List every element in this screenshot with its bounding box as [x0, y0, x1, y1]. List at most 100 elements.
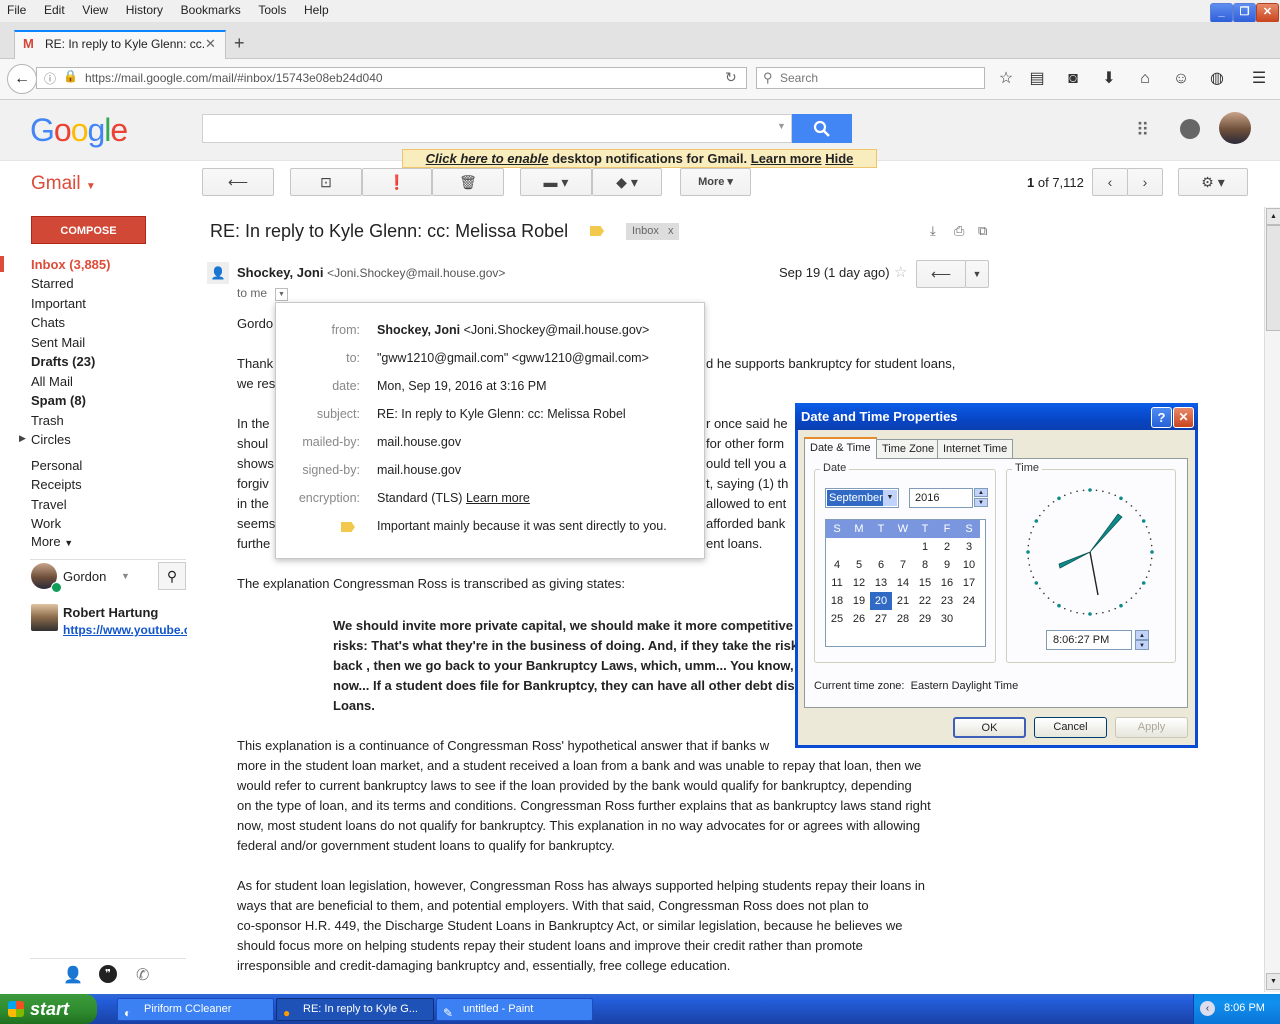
task-paint[interactable]: ✎ untitled - Paint — [436, 998, 593, 1021]
task-firefox[interactable]: ● RE: In reply to Kyle G... — [276, 998, 434, 1021]
ok-button[interactable]: OK — [953, 717, 1026, 738]
account-avatar[interactable] — [1219, 112, 1251, 144]
sidebar-item-chats[interactable]: Chats — [31, 315, 65, 330]
encryption-learn-more-link[interactable]: Learn more — [466, 491, 530, 505]
url-bar[interactable]: ⓘ 🔒 https://mail.google.com/mail/#inbox/… — [36, 67, 747, 89]
calendar-day[interactable]: 16 — [936, 574, 958, 592]
home-icon[interactable]: ⌂ — [1134, 68, 1156, 90]
calendar-day[interactable]: 24 — [958, 592, 980, 610]
gmail-search-input[interactable]: ▼ — [202, 114, 792, 143]
sidebar-item-travel[interactable]: Travel — [31, 497, 67, 512]
calendar-day[interactable]: 30 — [936, 610, 958, 628]
bookmark-star-icon[interactable]: ☆ — [995, 68, 1017, 90]
hangouts-quote-icon[interactable]: ❞ — [99, 965, 117, 983]
sidebar-item-inbox[interactable]: Inbox (3,885) — [31, 257, 110, 272]
sender-name[interactable]: Shockey, Joni — [237, 265, 323, 280]
spin-up-icon[interactable]: ▲ — [974, 488, 988, 497]
calendar-day[interactable]: 3 — [958, 538, 980, 556]
calendar-day[interactable] — [892, 538, 914, 556]
search-input[interactable]: ⚲ Search — [756, 67, 985, 89]
calendar-day[interactable]: 8 — [914, 556, 936, 574]
notifications-bell-icon[interactable] — [1180, 119, 1200, 139]
apps-grid-icon[interactable]: ⠿ — [1136, 120, 1149, 141]
move-to-button[interactable]: ▬ ▾ — [520, 168, 592, 196]
close-window-button[interactable]: ✕ — [1256, 3, 1279, 23]
dialog-close-button[interactable]: ✕ — [1173, 407, 1194, 428]
gmail-brand-menu[interactable]: Gmail ▼ — [31, 173, 96, 195]
report-spam-button[interactable]: ❗ — [362, 168, 432, 196]
pocket-icon[interactable]: ◙ — [1062, 68, 1084, 90]
gmail-search-button[interactable] — [792, 114, 852, 143]
tab-close-icon[interactable]: ✕ — [205, 36, 216, 52]
hide-link[interactable]: Hide — [825, 151, 853, 166]
reload-icon[interactable]: ↻ — [725, 69, 737, 86]
calendar-day[interactable]: 14 — [892, 574, 914, 592]
calendar-day[interactable]: 5 — [848, 556, 870, 574]
calendar-day[interactable]: 7 — [892, 556, 914, 574]
tray-arrow-icon[interactable]: ‹ — [1200, 1001, 1215, 1016]
calendar-day[interactable] — [826, 538, 848, 556]
menu-history[interactable]: History — [119, 0, 170, 17]
calendar-day-selected[interactable]: 20 — [870, 592, 892, 610]
maximize-button[interactable]: ❐ — [1233, 3, 1256, 23]
calendar-day[interactable]: 11 — [826, 574, 848, 592]
older-button[interactable]: › — [1127, 168, 1163, 196]
tab-date-time[interactable]: Date & Time — [804, 437, 877, 459]
dropdown-chevron-icon[interactable]: ▼ — [883, 490, 897, 506]
more-reply-options-button[interactable]: ▼ — [965, 260, 989, 288]
browser-tab-gmail[interactable]: M RE: In reply to Kyle Glenn: cc... ✕ — [14, 30, 226, 59]
calendar-day[interactable]: 13 — [870, 574, 892, 592]
sidebar-item-sent[interactable]: Sent Mail — [31, 335, 85, 350]
hangouts-search-icon[interactable]: ⚲ — [158, 562, 186, 590]
menu-bookmarks[interactable]: Bookmarks — [174, 0, 248, 17]
time-spin-down-icon[interactable]: ▼ — [1135, 640, 1149, 650]
sidebar-item-starred[interactable]: Starred — [31, 276, 74, 291]
calendar-day[interactable]: 2 — [936, 538, 958, 556]
calendar-day[interactable]: 12 — [848, 574, 870, 592]
new-tab-button[interactable]: + — [234, 33, 245, 54]
month-select[interactable]: September ▼ — [825, 488, 899, 508]
calendar-day[interactable]: 9 — [936, 556, 958, 574]
dialog-titlebar[interactable]: Date and Time Properties — [795, 403, 1198, 430]
addon-icon[interactable]: ◍ — [1206, 68, 1228, 90]
printer-icon[interactable]: ⎙ — [954, 223, 964, 239]
tray-clock[interactable]: 8:06 PM — [1224, 1002, 1265, 1014]
expand-triangle-icon[interactable]: ▶ — [19, 433, 26, 444]
newer-button[interactable]: ‹ — [1092, 168, 1128, 196]
calendar-grid[interactable]: SMTWTFS 123 4 5 6 7 8 9 10 11 12 13 14 15 16 17 18 19… — [825, 519, 986, 647]
page-scrollbar[interactable]: ▲ ▼ — [1264, 207, 1280, 992]
hamburger-menu-icon[interactable]: ☰ — [1248, 68, 1270, 90]
calendar-day[interactable]: 21 — [892, 592, 914, 610]
remove-label-icon[interactable]: x — [668, 225, 674, 237]
contact-name[interactable]: Robert Hartung — [63, 605, 158, 620]
delete-button[interactable]: 🗑 — [432, 168, 504, 196]
download-icon[interactable]: ⬇ — [1098, 68, 1120, 90]
reading-list-icon[interactable]: ▤ — [1026, 68, 1048, 90]
calendar-day[interactable]: 19 — [848, 592, 870, 610]
settings-button[interactable]: ⚙ ▾ — [1178, 168, 1248, 196]
reply-button[interactable]: ⟵ — [916, 260, 966, 288]
tab-internet-time[interactable]: Internet Time — [937, 439, 1014, 458]
scroll-thumb[interactable] — [1266, 225, 1280, 331]
dialog-help-button[interactable]: ? — [1151, 407, 1172, 428]
hello-icon[interactable]: ☺ — [1170, 68, 1192, 90]
compose-button[interactable]: COMPOSE — [31, 216, 146, 244]
sidebar-item-more[interactable]: More ▼ — [31, 534, 73, 549]
user-status-chevron-icon[interactable]: ▼ — [121, 571, 130, 581]
calendar-day[interactable]: 26 — [848, 610, 870, 628]
time-spinner[interactable]: 8:06:27 PM — [1046, 630, 1132, 650]
menu-edit[interactable]: Edit — [37, 0, 72, 17]
sidebar-item-trash[interactable]: Trash — [31, 413, 64, 428]
year-spinner[interactable]: 2016 — [909, 488, 973, 508]
learn-more-link[interactable]: Learn more — [751, 151, 822, 166]
spin-down-icon[interactable]: ▼ — [974, 498, 988, 507]
calendar-day[interactable]: 28 — [892, 610, 914, 628]
star-icon[interactable]: ☆ — [894, 263, 907, 281]
sidebar-item-all-mail[interactable]: All Mail — [31, 374, 73, 389]
scroll-down-icon[interactable]: ▼ — [1266, 973, 1280, 990]
calendar-day[interactable]: 10 — [958, 556, 980, 574]
contacts-person-icon[interactable]: 👤 — [63, 965, 83, 985]
calendar-day[interactable]: 23 — [936, 592, 958, 610]
sidebar-item-important[interactable]: Important — [31, 296, 86, 311]
task-ccleaner[interactable]: ◐ Piriform CCleaner — [117, 998, 274, 1021]
